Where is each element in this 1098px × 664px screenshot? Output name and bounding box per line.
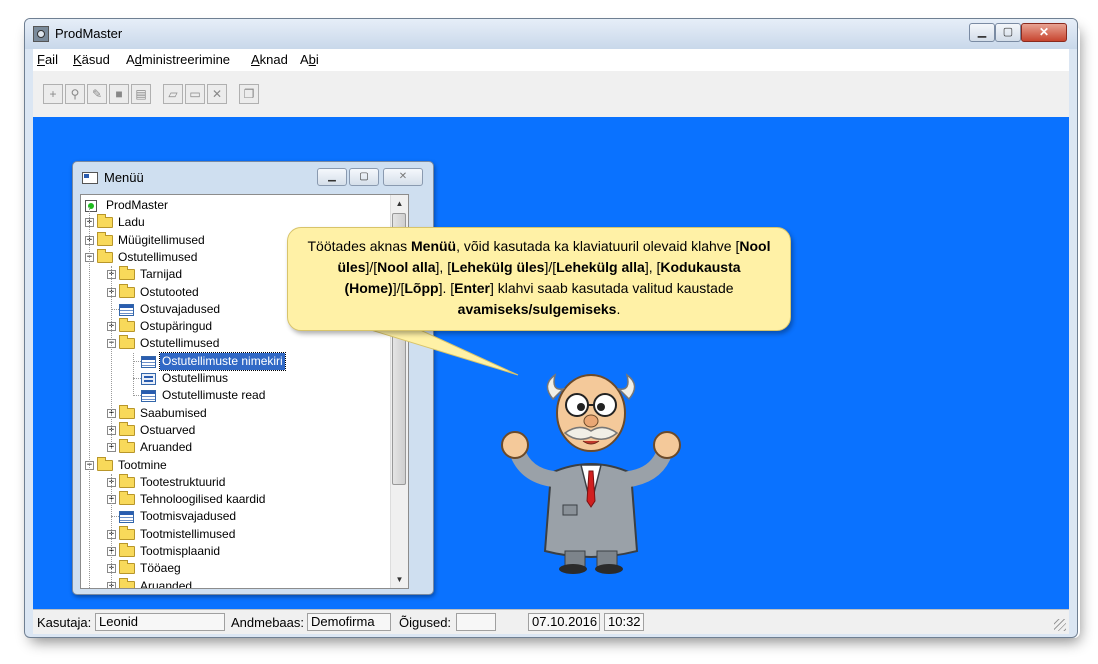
menu-administreerimine[interactable]: Administreerimine [126,52,230,67]
close-button[interactable]: ✕ [1021,23,1067,42]
tip-segment: ]/[ [392,280,405,296]
tip-segment: ]/[ [544,259,557,275]
tip-bubble: Töötades aknas Menüü, võid kasutada ka k… [287,227,791,331]
rights-label: Õigused: [399,615,452,630]
tip-segment: Töötades aknas [307,238,411,254]
tip-segment: . [616,301,621,317]
menu-abi[interactable]: Abi [300,52,319,67]
date-field: 07.10.2016 [528,613,600,631]
minimize-button[interactable]: ▁ [969,23,995,42]
delete-icon[interactable]: ✕ [207,84,227,104]
toolbar: + ⚲ ✎ ■ ▤ ▱ ▭ ✕ ❐ [33,71,1069,118]
tip-segment: ] klahvi saab kasutada valitud kaustade [489,280,734,296]
tip-segment: avamiseks/sulgemiseks [457,301,617,317]
database-field: Demofirma [307,613,391,631]
mdi-workspace: Menüü ▁ ▢ ✕ ProdMaster + Ladu + Müügitellimu… [33,117,1069,609]
tip-segment: Nool alla [377,259,436,275]
new-record-icon[interactable]: + [43,84,63,104]
tip-segment: Menüü [411,238,457,254]
maximize-button[interactable]: ▢ [995,23,1021,42]
tip-segment: Enter [454,280,490,296]
tip-segment: Lehekülg alla [556,259,645,275]
stop-icon[interactable]: ■ [109,84,129,104]
edit-icon[interactable]: ✎ [87,84,107,104]
open-folder-icon[interactable]: ▱ [163,84,183,104]
app-icon [33,26,49,42]
menu-kasud[interactable]: Käsud [73,52,110,67]
save-icon[interactable]: ▤ [131,84,151,104]
professor-mascot [501,373,681,574]
rights-field [456,613,496,631]
status-bar: Kasutaja: Leonid Andmebaas: Demofirma Õi… [33,609,1069,634]
database-label: Andmebaas: [231,615,304,630]
find-icon[interactable]: ⚲ [65,84,85,104]
tip-segment: , võid kasutada ka klaviatuuril olevaid … [456,238,740,254]
tip-segment: ], [ [644,259,661,275]
title-bar[interactable]: ProdMaster ▁ ▢ ✕ [25,19,1077,49]
time-field: 10:32 [604,613,644,631]
user-label: Kasutaja: [37,615,92,630]
tip-segment: Lõpp [404,280,439,296]
tip-segment: Lehekülg üles [451,259,545,275]
folder-icon[interactable]: ▭ [185,84,205,104]
window-title: ProdMaster [55,26,123,41]
tip-segment: ], [ [435,259,452,275]
resize-grip[interactable] [1054,619,1066,631]
menu-fail[interactable]: Fail [37,52,58,67]
tip-segment: ]/[ [365,259,378,275]
menu-bar: Fail Käsud Administreerimine Aknad Abi [33,49,1069,72]
user-field: Leonid [95,613,225,631]
copy-icon[interactable]: ❐ [239,84,259,104]
tip-segment: ]. [ [438,280,455,296]
main-window: ProdMaster ▁ ▢ ✕ Fail Käsud Administreer… [24,18,1078,638]
tip-text: Töötades aknas Menüü, võid kasutada ka k… [307,238,770,317]
menu-aknad[interactable]: Aknad [251,52,288,67]
